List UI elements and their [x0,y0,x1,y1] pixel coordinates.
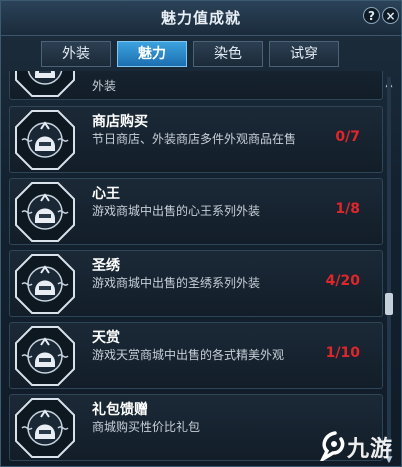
scrollbar-thumb[interactable] [385,293,393,315]
achievement-row[interactable]: 天赏 游戏天赏商城中出售的各式精美外观 1/10 [9,322,383,389]
achievement-desc: 游戏商城中出售的心王系列外装 [92,204,261,218]
helmet-badge-icon [15,326,75,386]
titlebar: 魅力值成就 ? × [1,1,401,36]
helmet-badge-icon [15,110,75,170]
achievement-desc: 节日商店、外装商店多件外观商品在售 [92,132,297,146]
tab-ranse[interactable]: 染色 [193,41,263,67]
achievement-desc: 游戏商城中出售的圣绣系列外装 [92,276,261,290]
achievement-row[interactable]: 商店购买 节日商店、外装商店多件外观商品在售 0/7 [9,106,383,173]
watermark: 九游 [319,427,401,465]
helmet-badge-icon [15,398,75,458]
achievement-list[interactable]: 外装 商店购买 节日商店、外装商店多件外观商品在售 0/7 心王 游戏商城中出售… [5,71,383,466]
tab-shichuan[interactable]: 试穿 [269,41,339,67]
achievement-row[interactable]: 圣绣 游戏商城中出售的圣绣系列外装 4/20 [9,250,383,317]
achievement-desc: 商城购买性价比礼包 [92,420,201,434]
close-button[interactable]: × [382,7,399,24]
window-title: 魅力值成就 [160,9,241,27]
achievement-title: 圣绣 [92,258,120,274]
achievement-desc: 外装 [92,79,117,93]
achievement-title: 商店购买 [92,114,148,130]
achievement-row[interactable]: 外装 [9,71,383,100]
achievement-desc: 游戏天赏商城中出售的各式精美外观 [92,348,285,362]
achievement-title: 礼包馈赠 [92,402,148,418]
achievement-title: 天赏 [92,330,120,346]
tab-meili[interactable]: 魅力 [117,41,187,67]
achievement-window: 魅力值成就 ? × 外装 魅力 染色 试穿 外装 商店购买 节日商店、外装商店多… [0,0,402,467]
achievement-progress: 1/8 [335,201,360,217]
achievement-row[interactable]: 心王 游戏商城中出售的心王系列外装 1/8 [9,178,383,245]
helmet-badge-icon [15,71,75,97]
achievement-progress: 4/20 [325,273,360,289]
achievement-progress: 1/10 [325,345,360,361]
jiuyou-logo-icon [320,431,345,461]
helmet-badge-icon [15,254,75,314]
helmet-badge-icon [15,182,75,242]
achievement-progress: 0/7 [335,129,360,145]
tab-waizhuang[interactable]: 外装 [41,41,111,67]
help-button[interactable]: ? [363,7,380,24]
scrollbar-track[interactable] [387,77,391,462]
achievement-title: 心王 [92,186,120,202]
watermark-text: 九游 [347,437,394,462]
